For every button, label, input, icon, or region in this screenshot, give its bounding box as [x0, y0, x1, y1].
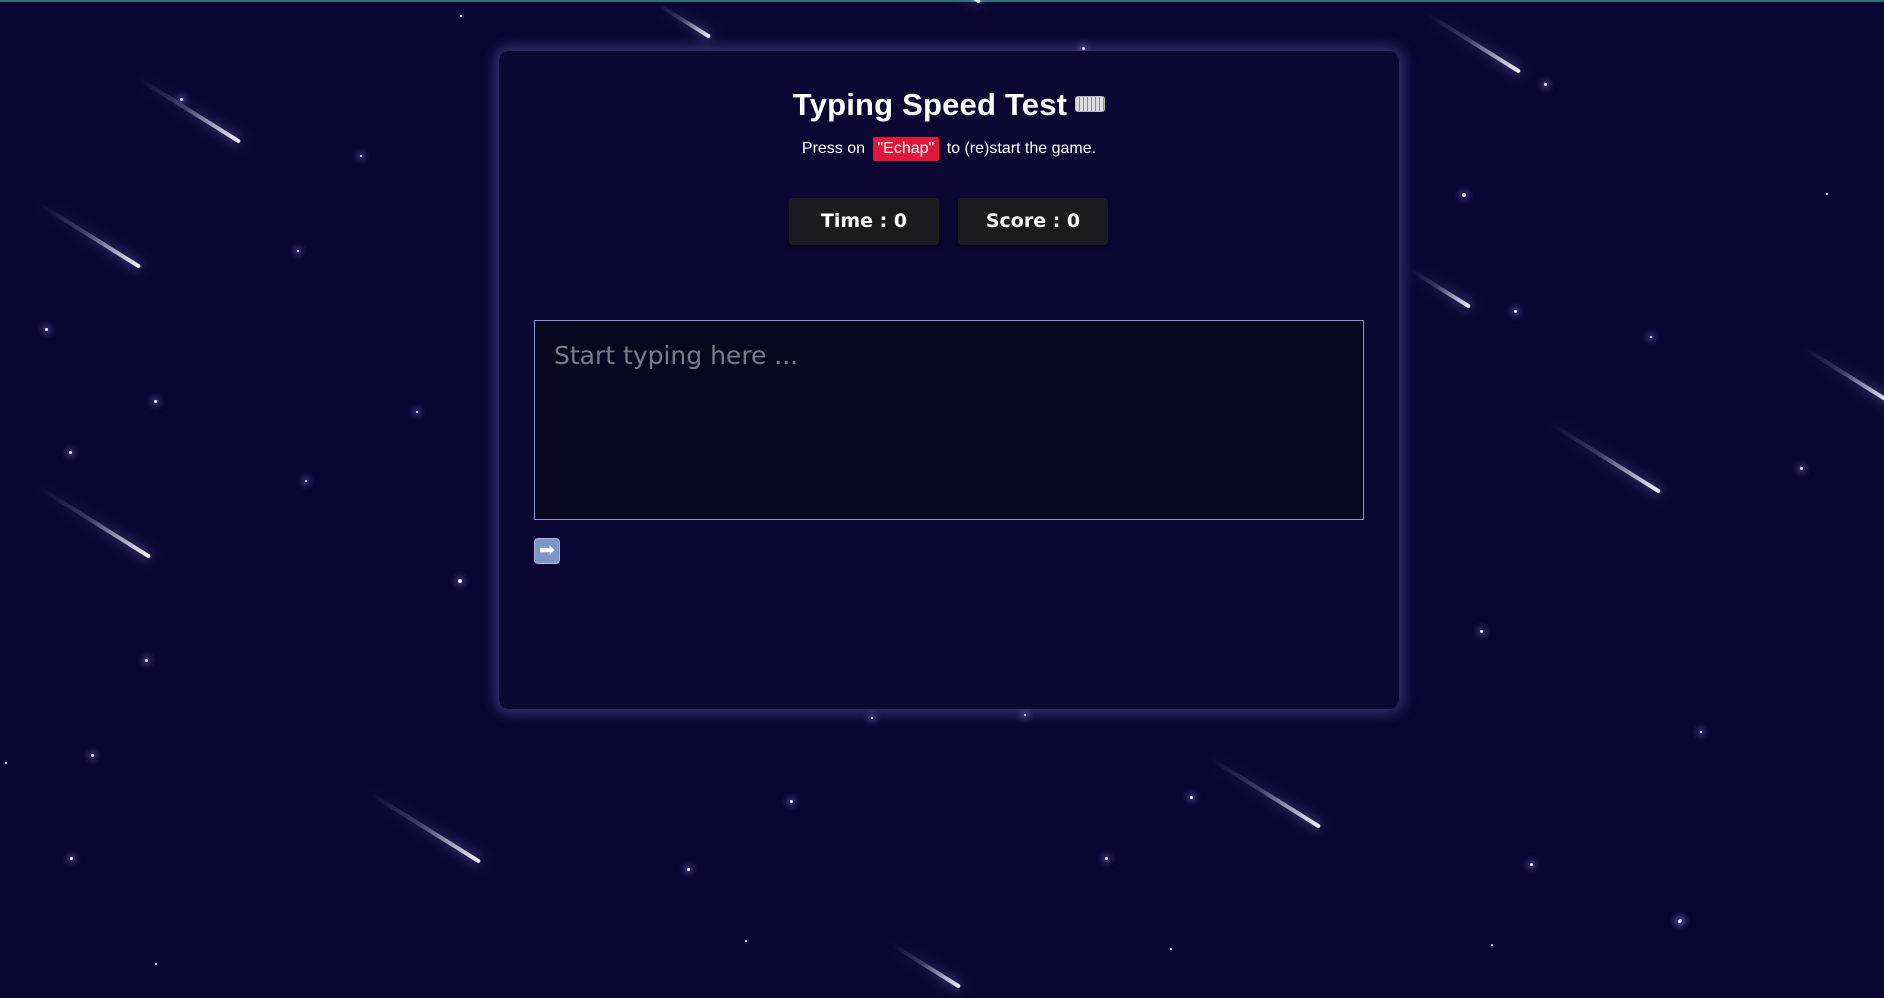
- meteor: [1208, 756, 1322, 829]
- star: [1024, 714, 1026, 716]
- star: [154, 400, 157, 403]
- meteor: [38, 486, 152, 559]
- star: [69, 451, 72, 454]
- meteor: [368, 791, 482, 864]
- star: [305, 480, 307, 482]
- star: [145, 659, 148, 662]
- escape-key-badge: "Echap": [872, 137, 940, 161]
- arrow-right-icon: ➡: [539, 540, 555, 561]
- page-title-text: Typing Speed Test: [792, 87, 1068, 122]
- star: [1491, 944, 1493, 946]
- star: [687, 868, 690, 871]
- star: [460, 15, 462, 17]
- meteor: [891, 942, 962, 989]
- instructions: Press on "Echap" to (re)start the game.: [499, 137, 1399, 161]
- star: [1544, 83, 1547, 86]
- meteor: [1409, 268, 1472, 309]
- instructions-before: Press on: [801, 140, 866, 157]
- star: [416, 411, 418, 413]
- star: [70, 857, 73, 860]
- star: [1800, 467, 1803, 470]
- star: [1700, 731, 1702, 733]
- star: [1170, 948, 1172, 950]
- star: [1826, 193, 1828, 195]
- star: [1678, 920, 1681, 923]
- star: [1514, 310, 1517, 313]
- meteor: [1425, 12, 1522, 74]
- page-title: Typing Speed Test: [499, 87, 1399, 123]
- star: [1462, 193, 1466, 197]
- next-button[interactable]: ➡: [534, 538, 560, 564]
- star: [1105, 857, 1108, 860]
- star: [1530, 863, 1533, 866]
- star: [458, 579, 462, 583]
- meteor: [936, 0, 982, 4]
- game-panel: Typing Speed Test Press on "Echap" to (r…: [499, 51, 1399, 709]
- meteor: [1548, 421, 1662, 494]
- star: [1650, 336, 1652, 338]
- star: [5, 762, 7, 764]
- star: [91, 754, 94, 757]
- star: [790, 800, 793, 803]
- meteor: [137, 76, 242, 144]
- meteor: [1804, 347, 1884, 404]
- instructions-after: to (re)start the game.: [946, 140, 1097, 157]
- meteor: [37, 201, 142, 269]
- star: [745, 940, 747, 942]
- star: [1480, 630, 1483, 633]
- star: [180, 98, 183, 101]
- star: [45, 328, 48, 331]
- star: [1082, 47, 1085, 50]
- meteor: [658, 3, 712, 39]
- star: [297, 250, 299, 252]
- score-counter: Score : 0: [958, 198, 1108, 245]
- star: [155, 963, 157, 965]
- star: [1190, 796, 1193, 799]
- time-counter: Time : 0: [789, 198, 939, 245]
- keyboard-icon: [1075, 95, 1106, 112]
- star: [360, 155, 362, 157]
- typing-input[interactable]: [534, 320, 1364, 520]
- star: [871, 717, 873, 719]
